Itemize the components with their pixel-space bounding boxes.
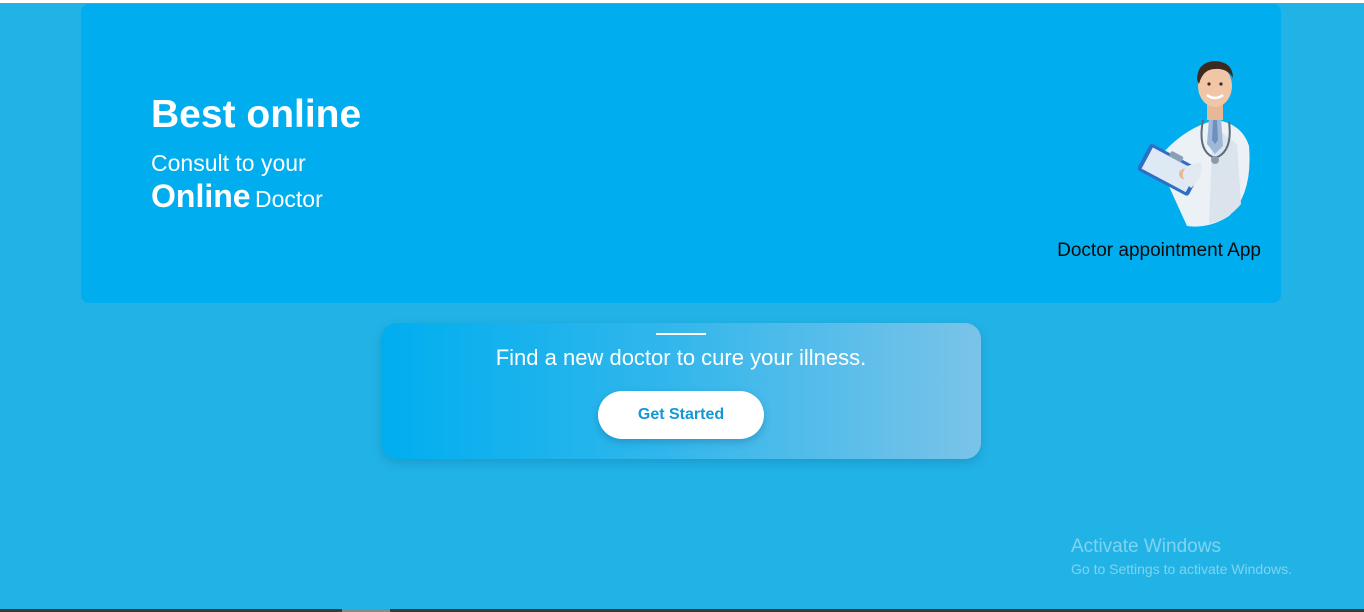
hero-banner: Best online Consult to your Online Docto… [81,4,1281,303]
hero-tagline-rest: Doctor [255,186,323,212]
windows-activation-watermark: Activate Windows Go to Settings to activ… [1071,535,1292,579]
get-started-button[interactable]: Get Started [598,391,764,439]
watermark-title: Activate Windows [1071,536,1221,557]
hero-tagline-strong: Online [151,178,251,214]
hero-tagline: Online Doctor [151,178,323,221]
cta-divider [656,333,706,335]
cta-card: Find a new doctor to cure your illness. … [381,323,981,459]
cta-text: Find a new doctor to cure your illness. [495,345,867,370]
doctor-illustration [1137,61,1250,227]
hero-caption: Doctor appointment App [1057,240,1261,261]
watermark-subtitle: Go to Settings to activate Windows. [1071,561,1292,577]
hero-subtitle: Consult to your [151,150,306,176]
hero-title: Best online [151,93,362,136]
